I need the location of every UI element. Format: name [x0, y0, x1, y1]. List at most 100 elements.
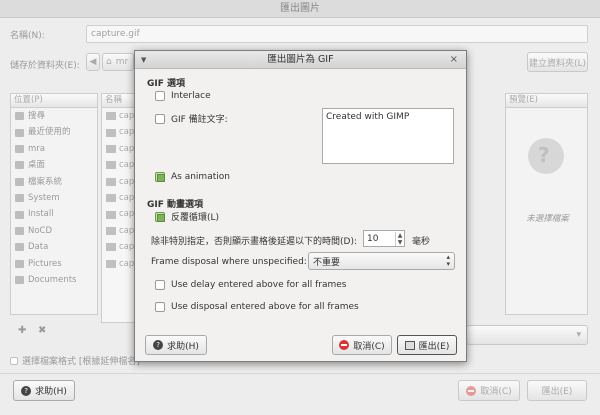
dialog-cancel-button[interactable]: 取消(C) [332, 335, 392, 355]
remove-place-icon[interactable]: ✖ [38, 325, 46, 336]
close-icon[interactable]: × [450, 51, 458, 69]
image-file-icon [106, 144, 116, 153]
file-row[interactable]: cap [102, 174, 136, 190]
place-item[interactable]: 桌面 [11, 157, 97, 173]
export-gif-dialog: ▼ 匯出圖片為 GIF × GIF 選項 Interlace GIF 備註文字:… [134, 50, 467, 362]
home-icon: ⌂ [106, 57, 112, 67]
use-delay-check-icon [155, 280, 165, 290]
window-title: 匯出圖片 [0, 0, 600, 18]
place-label: 最近使用的 [28, 127, 71, 138]
place-icon [15, 276, 24, 285]
image-file-icon [106, 226, 116, 235]
no-preview-icon: ? [528, 138, 564, 174]
as-animation-check-icon [155, 172, 165, 182]
main-cancel-button[interactable]: 取消(C) [458, 380, 520, 401]
place-icon [15, 210, 24, 219]
delay-spinner[interactable]: 10 ▲ ▼ [363, 230, 405, 247]
loop-checkbox[interactable]: 反覆循環(L) [155, 210, 219, 223]
delay-label: 除非特別指定，否則顯示畫格後延遲以下的時間(D): [151, 237, 357, 247]
image-file-icon [106, 177, 116, 186]
interlace-checkbox[interactable]: Interlace [155, 91, 211, 101]
main-cancel-label: 取消(C) [480, 387, 512, 397]
file-row[interactable]: cap [102, 157, 136, 173]
places-header: 位置(P) [11, 94, 97, 108]
main-help-label: 求助(H) [35, 387, 67, 397]
place-item[interactable]: NoCD [11, 223, 97, 239]
disposal-label: Frame disposal where unspecified: [151, 257, 307, 267]
preview-header: 預覽(E) [506, 94, 587, 108]
disposal-combo[interactable]: 不重要 ▴ ▾ [308, 252, 455, 270]
place-item[interactable]: 搜尋 [11, 108, 97, 124]
place-label: System [28, 192, 60, 203]
save-in-label: 儲存於資料夾(E): [10, 61, 80, 71]
file-name: cap [119, 209, 135, 220]
dialog-export-button[interactable]: 匯出(E) [397, 335, 457, 355]
loop-label: 反覆循環(L) [171, 213, 220, 223]
help-icon: ? [21, 385, 32, 396]
file-name: cap [119, 111, 135, 121]
image-file-icon [106, 243, 116, 252]
place-label: Documents [28, 274, 77, 285]
image-file-icon [106, 210, 116, 219]
file-type-expander[interactable]: 選擇檔案格式 [根據延伸檔名] [10, 354, 140, 367]
file-row[interactable]: cap [102, 223, 136, 239]
chevron-left-icon: ◀ [89, 57, 97, 67]
as-animation-checkbox[interactable]: As animation [155, 172, 230, 182]
comment-textarea[interactable]: Created with GIMP [322, 108, 454, 164]
comment-checkbox[interactable]: GIF 備註文字: [155, 112, 228, 125]
use-disposal-label: Use disposal entered above for all frame… [171, 302, 359, 312]
place-item[interactable]: System [11, 190, 97, 206]
place-item[interactable]: Documents [11, 272, 97, 288]
comment-label: GIF 備註文字: [171, 115, 228, 125]
path-back-button[interactable]: ◀ [86, 53, 100, 71]
file-row[interactable]: cap [102, 124, 136, 140]
loop-check-icon [155, 211, 165, 222]
delay-unit: 毫秒 [412, 237, 431, 247]
place-item[interactable]: Install [11, 206, 97, 222]
image-file-icon [106, 194, 116, 203]
places-panel: 位置(P) 搜尋 最近使用的 mra 桌面 檔案系統 System Install NoCD D… [10, 93, 98, 315]
add-place-icon[interactable]: ✚ [18, 325, 26, 336]
use-disposal-checkbox[interactable]: Use disposal entered above for all frame… [155, 302, 359, 312]
place-item[interactable]: 檔案系統 [11, 174, 97, 190]
name-input[interactable]: capture.gif [86, 25, 588, 43]
file-row[interactable]: cap [102, 141, 136, 157]
main-help-button[interactable]: ? 求助(H) [13, 380, 75, 401]
path-segment-button[interactable]: ⌂ mr [102, 53, 134, 71]
use-disposal-check-icon [155, 302, 165, 312]
place-label: Install [28, 209, 54, 220]
name-label: 名稱(N): [10, 31, 45, 41]
help-icon: ? [153, 340, 164, 350]
file-row[interactable]: cap [102, 256, 136, 272]
spin-arrows-icon[interactable]: ▲ ▼ [395, 231, 404, 246]
file-name: cap [119, 176, 135, 187]
file-row[interactable]: cap [102, 206, 136, 222]
files-header: 名稱 [102, 94, 136, 108]
dialog-help-button[interactable]: ? 求助(H) [145, 335, 207, 355]
divider [0, 373, 600, 374]
dialog-help-label: 求助(H) [167, 341, 199, 352]
main-export-button[interactable]: 匯出(E) [527, 380, 587, 401]
filter-combo[interactable]: ▾ [466, 325, 588, 345]
file-row[interactable]: cap [102, 108, 136, 124]
file-row[interactable]: cap [102, 190, 136, 206]
place-item[interactable]: 最近使用的 [11, 124, 97, 140]
place-item[interactable]: Pictures [11, 256, 97, 272]
place-item[interactable]: Data [11, 239, 97, 255]
file-name: cap [119, 242, 135, 253]
file-name: cap [119, 143, 135, 154]
window-menu-icon[interactable]: ▼ [141, 51, 146, 69]
place-item[interactable]: mra [11, 141, 97, 157]
gif-options-heading: GIF 選項 [147, 79, 186, 89]
export-icon [404, 340, 415, 350]
chevron-updown-icon: ▴ ▾ [446, 253, 450, 268]
dialog-titlebar: ▼ 匯出圖片為 GIF × [135, 51, 466, 69]
place-icon [15, 243, 24, 252]
file-row[interactable]: cap [102, 239, 136, 255]
place-label: 搜尋 [28, 111, 46, 121]
file-name: cap [119, 225, 135, 236]
create-folder-button[interactable]: 建立資料夾(L) [527, 52, 588, 72]
place-icon [15, 144, 24, 153]
dialog-title: 匯出圖片為 GIF [267, 54, 334, 65]
use-delay-checkbox[interactable]: Use delay entered above for all frames [155, 280, 347, 290]
